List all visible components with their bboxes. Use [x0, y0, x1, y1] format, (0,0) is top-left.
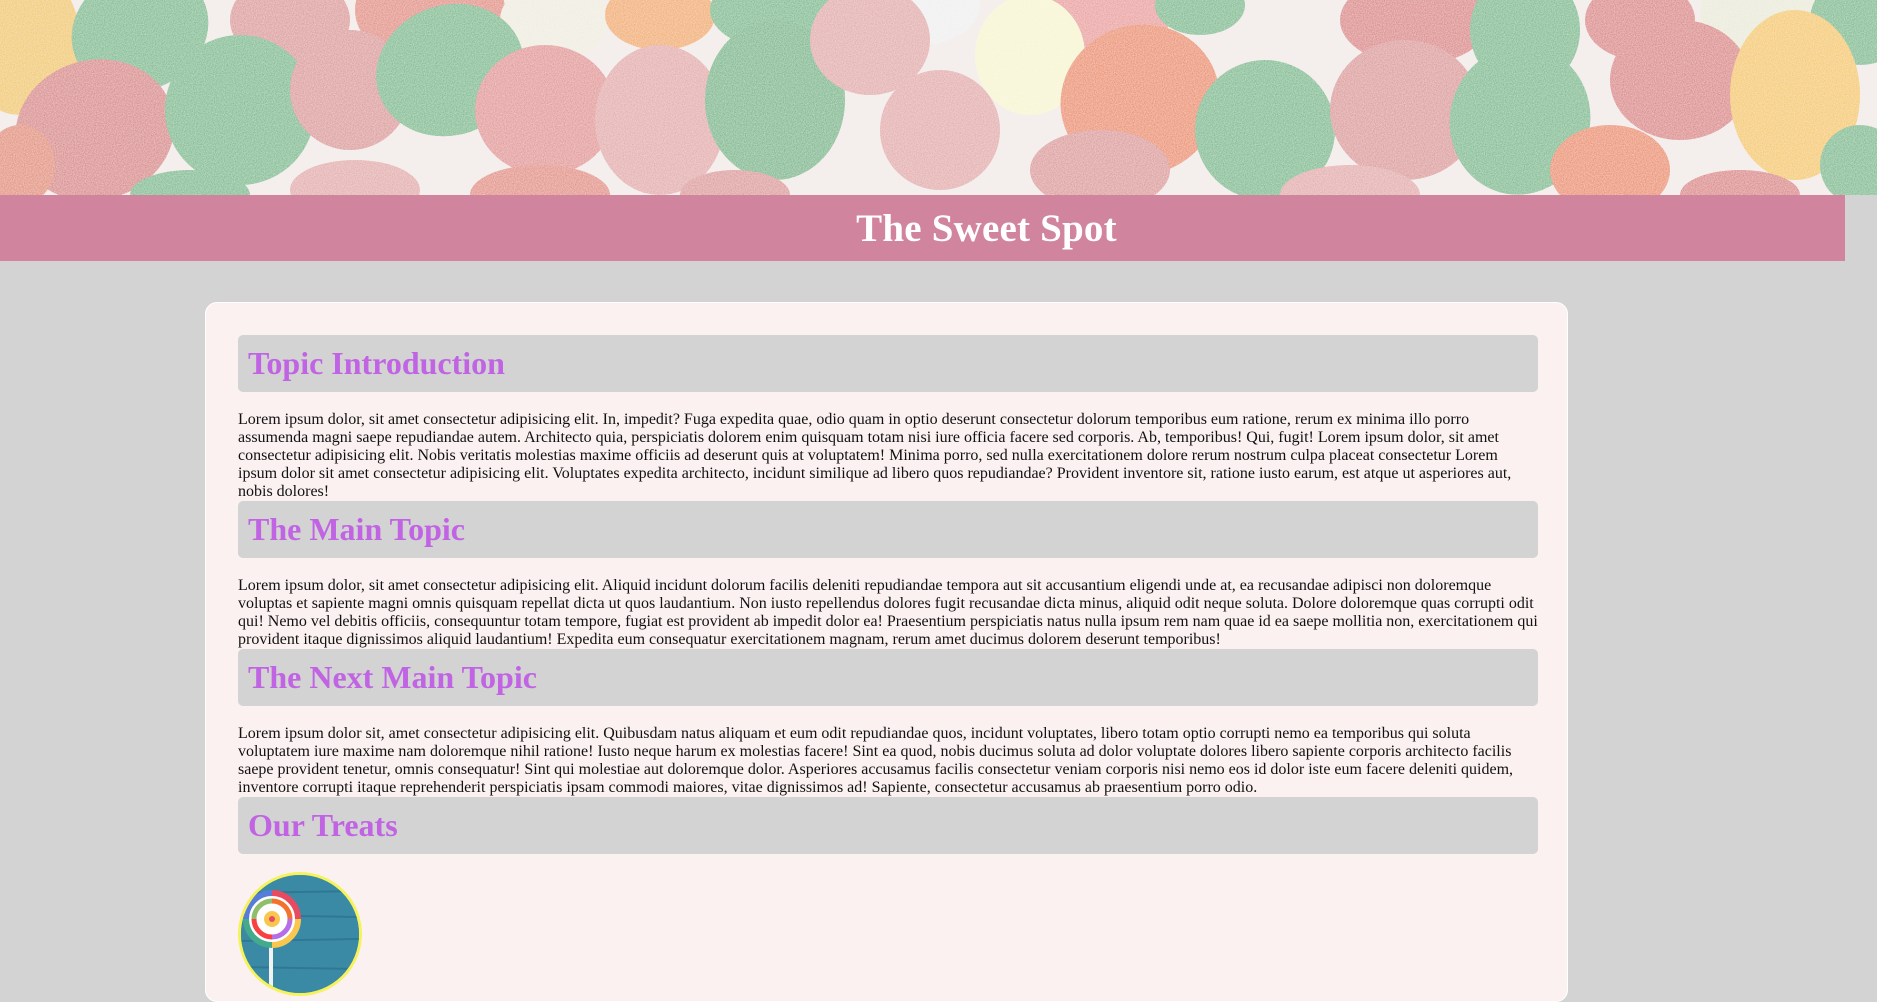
main-card: Topic Introduction Lorem ipsum dolor, si… — [205, 302, 1568, 1002]
section-title: Topic Introduction — [248, 345, 505, 381]
candy-banner-image — [0, 0, 1877, 195]
section-text-next-topic: Lorem ipsum dolor sit, amet consectetur … — [238, 725, 1514, 796]
section-heading-next-topic: The Next Main Topic — [238, 649, 1538, 706]
main-content: Topic Introduction Lorem ipsum dolor, si… — [238, 335, 1538, 996]
section-title: Our Treats — [248, 807, 398, 843]
section-text-intro: Lorem ipsum dolor, sit amet consectetur … — [238, 411, 1512, 500]
section-heading-intro: Topic Introduction — [238, 335, 1538, 392]
site-title: The Sweet Spot — [856, 206, 1117, 250]
section-title: The Next Main Topic — [248, 659, 537, 695]
section-heading-main-topic: The Main Topic — [238, 501, 1538, 558]
site-header: The Sweet Spot — [0, 195, 1845, 261]
lollipop-icon — [241, 875, 359, 993]
candy-banner — [0, 0, 1877, 195]
treat-image[interactable] — [238, 872, 362, 996]
section-title: The Main Topic — [248, 511, 465, 547]
section-heading-our-treats: Our Treats — [238, 797, 1538, 854]
section-text-main-topic: Lorem ipsum dolor, sit amet consectetur … — [238, 577, 1538, 648]
